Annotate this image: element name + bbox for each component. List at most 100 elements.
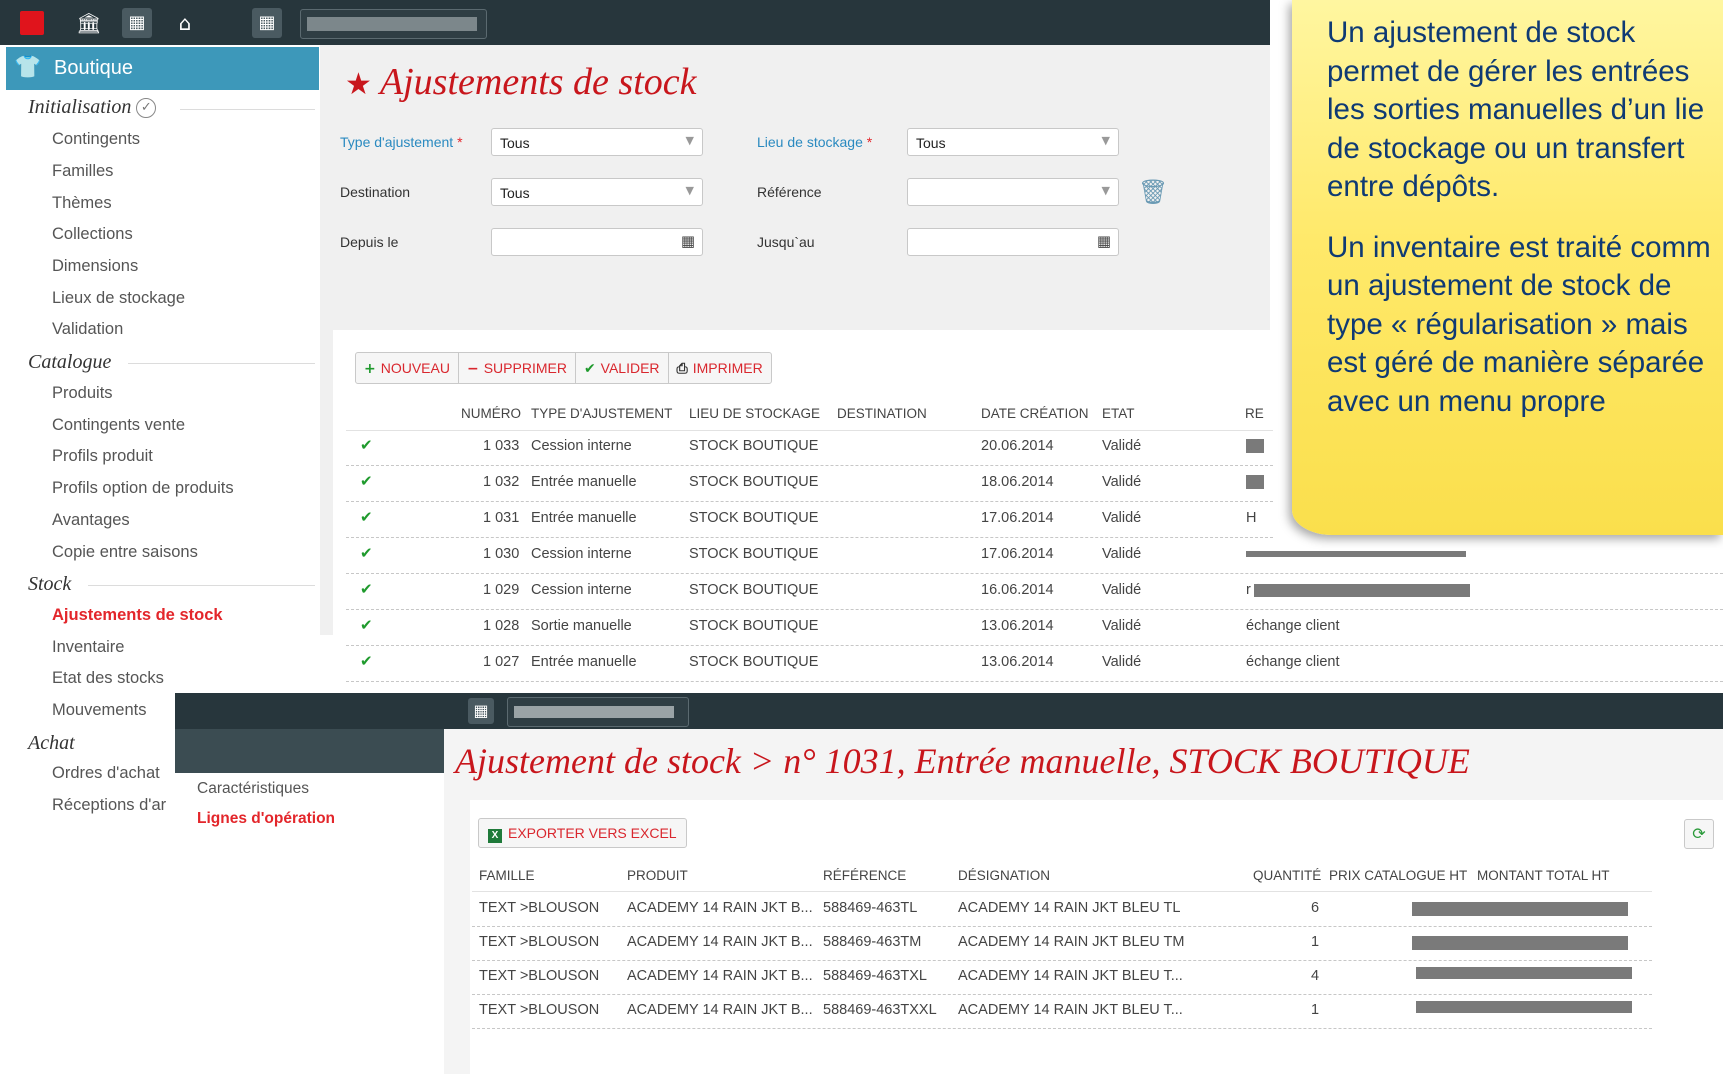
sidebar-item-lieux-de-stockage[interactable]: Lieux de stockage — [52, 289, 185, 308]
section-achat: Achat — [28, 732, 75, 754]
top-search-input[interactable] — [300, 9, 487, 39]
sidebar-item-profils-option[interactable]: Profils option de produits — [52, 479, 234, 498]
col-header-reference[interactable]: RE — [1245, 406, 1264, 421]
trash-icon[interactable]: 🗑 — [1138, 178, 1168, 206]
sidebar-item-ajustements-de-stock[interactable]: Ajustements de stock — [52, 606, 223, 625]
building-icon[interactable]: ▦ — [252, 8, 282, 38]
refresh-button[interactable]: ⟳ — [1684, 819, 1714, 849]
table-row-designation: ACADEMY 14 RAIN JKT BLEU T... — [958, 968, 1183, 984]
col-header-etat[interactable]: ETAT — [1102, 406, 1135, 421]
sidebar-item-dimensions[interactable]: Dimensions — [52, 257, 138, 276]
building-icon[interactable]: ▦ — [468, 698, 494, 724]
col-header-lieu[interactable]: LIEU DE STOCKAGE — [689, 406, 820, 421]
col-header-date[interactable]: DATE CRÉATION — [981, 406, 1089, 421]
table-row-numero[interactable]: 1 033 — [483, 438, 519, 454]
note-paragraph-1: Un ajustement de stock permet de gérer l… — [1327, 16, 1705, 203]
sidebar-item-copie-entre-saisons[interactable]: Copie entre saisons — [52, 543, 198, 562]
export-excel-button[interactable]: X EXPORTER VERS EXCEL — [478, 818, 687, 848]
table-row-numero[interactable]: 1 030 — [483, 546, 519, 562]
col-header-destination[interactable]: DESTINATION — [837, 406, 927, 421]
home-icon[interactable]: ⌂ — [170, 8, 200, 38]
sidebar-item-ordres-d-achat[interactable]: Ordres d'achat — [52, 764, 160, 783]
col-header-prix[interactable]: PRIX CATALOGUE HT — [1329, 868, 1467, 883]
sidebar-item-collections[interactable]: Collections — [52, 225, 133, 244]
sidebar-item-inventaire[interactable]: Inventaire — [52, 638, 124, 657]
sidebar-item-validation[interactable]: Validation — [52, 320, 123, 339]
table-row-famille: TEXT >BLOUSON — [479, 934, 600, 950]
valider-button[interactable]: ✔ VALIDER — [576, 353, 669, 383]
sidebar-item-avantages[interactable]: Avantages — [52, 511, 130, 530]
table-row-numero[interactable]: 1 028 — [483, 618, 519, 634]
table-row-lieu: STOCK BOUTIQUE — [689, 546, 819, 562]
table-row-reference: échange client — [1246, 618, 1340, 634]
redacted-amount — [1416, 1001, 1632, 1013]
jusqu-date-input[interactable]: ▦ — [907, 228, 1119, 256]
sidebar-item-contingents-vente[interactable]: Contingents vente — [52, 416, 185, 435]
sidebar-item-etat-des-stocks[interactable]: Etat des stocks — [52, 669, 164, 688]
table-row-reference: H — [1246, 510, 1257, 526]
imprimer-button[interactable]: ⎙ IMPRIMER — [669, 353, 771, 383]
reference-select[interactable]: ▼ — [907, 178, 1119, 206]
table-row-type: Cession interne — [531, 546, 632, 562]
lieu-stockage-select[interactable]: Tous ▼ — [907, 128, 1119, 156]
stop-icon[interactable] — [20, 11, 44, 35]
sidebar-item-receptions[interactable]: Réceptions d'ar — [52, 796, 166, 815]
chevron-down-icon: ▼ — [1101, 134, 1110, 147]
section-initialisation: Initialisation ✓ — [28, 96, 157, 119]
col-header-type[interactable]: TYPE D'AJUSTEMENT — [531, 406, 672, 421]
star-icon[interactable]: ★ — [345, 67, 372, 102]
sidebar-item-produits[interactable]: Produits — [52, 384, 113, 403]
tab-caracteristiques[interactable]: Caractéristiques — [197, 780, 309, 798]
calendar-icon[interactable]: ▦ — [681, 232, 695, 250]
validated-check-icon: ✔ — [360, 580, 373, 598]
redacted-reference — [1246, 439, 1264, 453]
depuis-date-input[interactable]: ▦ — [491, 228, 703, 256]
tab-lignes-operation[interactable]: Lignes d'opération — [197, 810, 335, 828]
table-row-etat: Validé — [1102, 582, 1142, 598]
table-row-designation: ACADEMY 14 RAIN JKT BLEU TM — [958, 934, 1185, 950]
filter-label-reference: Référence — [757, 184, 822, 200]
table-row-etat: Validé — [1102, 654, 1142, 670]
printer-icon: ⎙ — [676, 361, 688, 377]
type-ajustement-select[interactable]: Tous ▼ — [491, 128, 703, 156]
table-row-numero[interactable]: 1 029 — [483, 582, 519, 598]
table-row-quantite: 1 — [1311, 934, 1320, 950]
col-header-produit[interactable]: PRODUIT — [627, 868, 688, 883]
divider — [346, 609, 1723, 610]
divider — [346, 645, 1723, 646]
table-row-numero[interactable]: 1 031 — [483, 510, 519, 526]
calendar-icon[interactable]: ▦ — [1097, 232, 1111, 250]
divider — [346, 501, 1273, 502]
detail-search-input[interactable] — [507, 697, 689, 727]
redacted-amount — [1416, 967, 1632, 979]
table-row-numero[interactable]: 1 027 — [483, 654, 519, 670]
divider — [472, 960, 1652, 961]
col-header-numero[interactable]: NUMÉRO — [461, 406, 521, 421]
sidebar-item-familles[interactable]: Familles — [52, 162, 113, 181]
divider — [346, 573, 1723, 574]
col-header-montant[interactable]: MONTANT TOTAL HT — [1477, 868, 1610, 883]
col-header-reference[interactable]: RÉFÉRENCE — [823, 868, 906, 883]
destination-select[interactable]: Tous ▼ — [491, 178, 703, 206]
table-row-produit: ACADEMY 14 RAIN JKT B... — [627, 1002, 813, 1018]
divider — [472, 1028, 1652, 1029]
col-header-quantite[interactable]: QUANTITÉ — [1253, 868, 1321, 883]
col-header-designation[interactable]: DÉSIGNATION — [958, 868, 1050, 883]
sidebar-item-profils-produit[interactable]: Profils produit — [52, 447, 153, 466]
nouveau-button[interactable]: + NOUVEAU — [356, 353, 459, 383]
divider — [180, 109, 315, 110]
bank-icon[interactable]: 🏛 — [74, 8, 104, 38]
sidebar-item-mouvements[interactable]: Mouvements — [52, 701, 146, 720]
sidebar-item-contingents[interactable]: Contingents — [52, 130, 140, 149]
building-icon[interactable]: ▦ — [122, 8, 152, 38]
refresh-icon: ⟳ — [1692, 824, 1706, 843]
page-title: ★ Ajustements de stock — [345, 61, 697, 103]
sidebar-item-themes[interactable]: Thèmes — [52, 194, 112, 213]
divider — [346, 537, 1273, 538]
table-row-lieu: STOCK BOUTIQUE — [689, 618, 819, 634]
table-row-numero[interactable]: 1 032 — [483, 474, 519, 490]
col-header-famille[interactable]: FAMILLE — [479, 868, 535, 883]
detail-title: Ajustement de stock > n° 1031, Entrée ma… — [455, 741, 1470, 781]
supprimer-button[interactable]: − SUPPRIMER — [459, 353, 576, 383]
module-header[interactable]: 👕 Boutique — [6, 47, 319, 90]
